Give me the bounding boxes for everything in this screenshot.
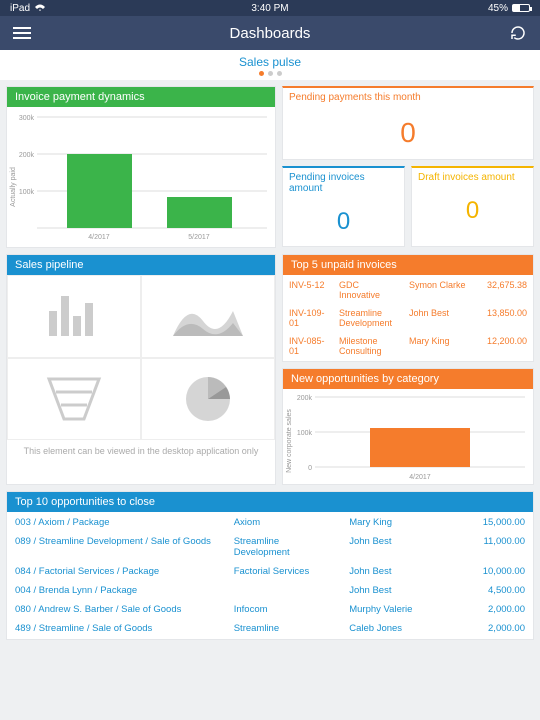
kpi-title: Pending invoices amount — [283, 168, 404, 198]
svg-text:100k: 100k — [297, 430, 313, 437]
svg-text:0: 0 — [308, 465, 312, 472]
table-row: 489 / Streamline / Sale of GoodsStreamli… — [9, 620, 531, 637]
svg-text:Actually paid: Actually paid — [10, 167, 17, 207]
funnel-chart-icon — [7, 358, 141, 441]
device-label: iPad — [10, 3, 30, 14]
card-title: New opportunities by category — [283, 369, 533, 389]
svg-text:5/2017: 5/2017 — [188, 234, 210, 241]
card-pending-amount[interactable]: Pending invoices amount 0 — [282, 166, 405, 247]
svg-text:New corporate sales: New corporate sales — [286, 409, 293, 473]
pager-dots — [259, 71, 282, 76]
card-title: Top 5 unpaid invoices — [283, 255, 533, 275]
opps-table: 003 / Axiom / PackageAxiomMary King15,00… — [7, 512, 533, 639]
invoice-dynamics-chart: Actually paid 300k 200k 100k 4/2017 5/20… — [7, 107, 277, 247]
kpi-value: 0 — [283, 198, 404, 246]
unpaid-table: INV-5-12GDC InnovativeSymon Clarke32,675… — [283, 275, 533, 361]
table-row: 080 / Andrew S. Barber / Sale of GoodsIn… — [9, 601, 531, 618]
table-row: INV-5-12GDC InnovativeSymon Clarke32,675… — [285, 277, 531, 303]
table-row: INV-109-01Streamline DevelopmentJohn Bes… — [285, 305, 531, 331]
wifi-icon — [34, 4, 46, 12]
new-opps-chart: New corporate sales 200k 100k 0 4/2017 — [283, 389, 535, 484]
kpi-title: Pending payments this month — [283, 88, 533, 107]
table-row: 004 / Brenda Lynn / PackageJohn Best4,50… — [9, 582, 531, 599]
svg-text:200k: 200k — [19, 152, 35, 159]
card-title: Sales pipeline — [7, 255, 275, 275]
area-chart-icon — [141, 275, 275, 358]
card-invoice-dynamics[interactable]: Invoice payment dynamics Actually paid 3… — [6, 86, 276, 248]
svg-text:200k: 200k — [297, 395, 313, 402]
card-title: Invoice payment dynamics — [7, 87, 275, 107]
card-top-unpaid[interactable]: Top 5 unpaid invoices INV-5-12GDC Innova… — [282, 254, 534, 362]
battery-pct: 45% — [488, 3, 508, 14]
navbar: Dashboards — [0, 16, 540, 50]
kpi-value: 0 — [412, 187, 533, 235]
svg-text:300k: 300k — [19, 115, 35, 122]
card-top-opportunities[interactable]: Top 10 opportunities to close 003 / Axio… — [6, 491, 534, 640]
table-row: INV-085-01Milestone ConsultingMary King1… — [285, 333, 531, 359]
table-row: 089 / Streamline Development / Sale of G… — [9, 533, 531, 561]
bar-chart-icon — [7, 275, 141, 358]
table-row: 003 / Axiom / PackageAxiomMary King15,00… — [9, 514, 531, 531]
tab-label: Sales pulse — [239, 55, 301, 69]
kpi-value: 0 — [283, 107, 533, 159]
refresh-icon[interactable] — [508, 23, 528, 43]
menu-icon[interactable] — [12, 23, 32, 43]
svg-text:100k: 100k — [19, 189, 35, 196]
pipeline-placeholder — [7, 275, 275, 440]
card-title: Top 10 opportunities to close — [7, 492, 533, 512]
card-pending-month[interactable]: Pending payments this month 0 — [282, 86, 534, 160]
table-row: 084 / Factorial Services / PackageFactor… — [9, 563, 531, 580]
card-new-opps-category[interactable]: New opportunities by category New corpor… — [282, 368, 534, 485]
page-title: Dashboards — [230, 25, 311, 42]
pie-chart-icon — [141, 358, 275, 441]
kpi-title: Draft invoices amount — [412, 168, 533, 187]
dashboard-pager[interactable]: Sales pulse — [0, 50, 540, 80]
card-sales-pipeline[interactable]: Sales pipeline This element can be viewe… — [6, 254, 276, 485]
card-draft-amount[interactable]: Draft invoices amount 0 — [411, 166, 534, 247]
pipeline-note: This element can be viewed in the deskto… — [7, 440, 275, 462]
clock: 3:40 PM — [251, 3, 288, 14]
battery-icon — [512, 4, 530, 12]
svg-text:4/2017: 4/2017 — [88, 234, 110, 241]
svg-text:4/2017: 4/2017 — [409, 474, 431, 481]
status-bar: iPad 3:40 PM 45% — [0, 0, 540, 16]
